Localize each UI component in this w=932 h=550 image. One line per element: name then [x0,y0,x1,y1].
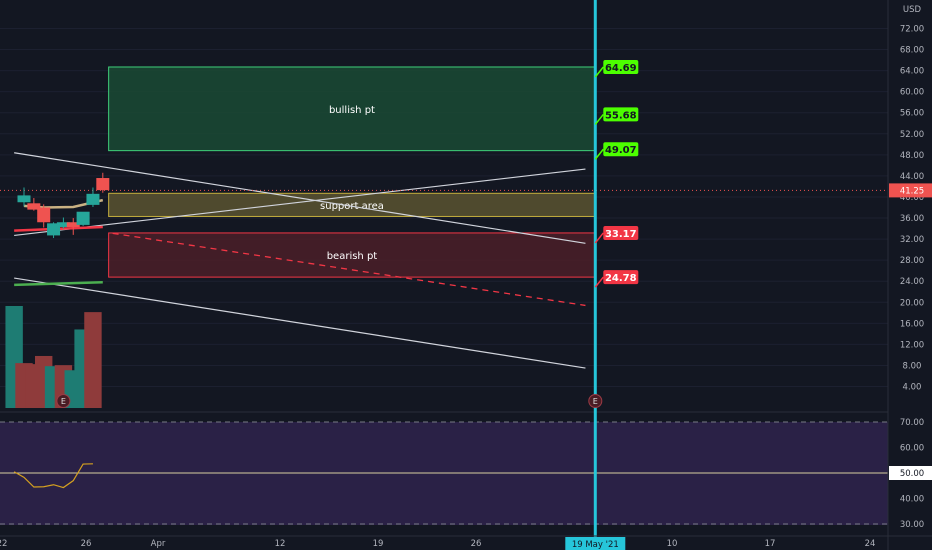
price-tick-label: 44.00 [900,172,924,182]
price-tick-label: 32.00 [900,235,924,245]
date-tick-label: 26 [471,539,482,549]
price-tick-label: 8.00 [903,361,922,371]
price-tick-label: 20.00 [900,298,924,308]
date-tick-label: 19 [373,539,384,549]
price-tick-label: 56.00 [900,109,924,119]
rsi-tick-label: 30.00 [900,520,924,530]
price-tick-label: 52.00 [900,130,924,140]
volume-bar [84,312,102,408]
candle-body [96,178,110,191]
price-tick-label: 72.00 [900,25,924,35]
target-value: 33.17 [605,229,637,240]
rsi-pane [0,421,888,525]
price-tick-label: 24.00 [900,277,924,287]
price-tick-label: 28.00 [900,256,924,266]
rsi-tick-label: 70.00 [900,418,924,428]
date-tick-label: 10 [667,539,678,549]
earnings-marker-label: E [593,397,598,406]
date-tick-label: 22 [0,539,7,549]
price-tick-label: 4.00 [903,383,922,393]
currency-label: USD [903,5,922,15]
candle-body [37,207,51,223]
earnings-marker-label: E [61,397,66,406]
price-tick-label: 12.00 [900,340,924,350]
zone-label: bullish pt [329,105,375,116]
last-price-value: 41.25 [900,186,924,196]
date-tick-label: Apr [151,539,166,549]
candle-body [17,195,31,203]
rsi-current-value: 50.00 [900,469,924,479]
price-axis[interactable]: USD 72.00 68.00 64.00 60.00 56.00 52.00 48.00 44… [887,0,932,550]
candle-body [86,193,100,205]
price-tick-label: 68.00 [900,46,924,56]
target-value: 49.07 [605,145,637,156]
crosshair-date: 19 May '21 [572,540,619,550]
candle-body [76,211,90,225]
price-tick-label: 36.00 [900,214,924,224]
price-tick-label: 16.00 [900,319,924,329]
price-tick-label: 64.00 [900,67,924,77]
target-value: 24.78 [605,273,637,284]
date-tick-label: 24 [865,539,876,549]
target-value: 64.69 [605,63,637,74]
date-tick-label: 26 [81,539,92,549]
price-tick-label: 48.00 [900,151,924,161]
price-chart[interactable]: bullish ptsupport areabearish pt 64.6955… [0,0,932,550]
date-tick-label: 17 [765,539,776,549]
rsi-tick-label: 60.00 [900,444,924,454]
zone-label: bearish pt [327,251,378,262]
date-tick-label: 12 [275,539,286,549]
price-tick-label: 60.00 [900,88,924,98]
target-value: 55.68 [605,110,637,121]
rsi-tick-label: 40.00 [900,495,924,505]
